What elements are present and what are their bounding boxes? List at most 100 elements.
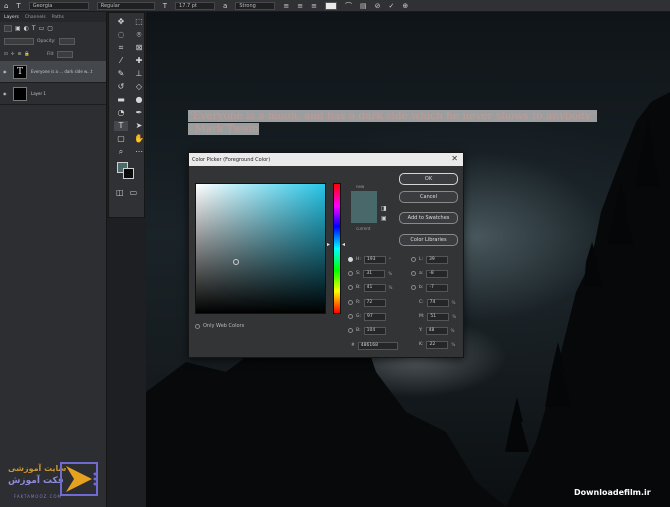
font-family-select[interactable]: Georgia: [28, 1, 89, 10]
lock-artboard-icon[interactable]: ⊞: [18, 52, 22, 57]
text-color-swatch[interactable]: [324, 1, 337, 10]
lasso-icon[interactable]: ◌: [114, 30, 128, 40]
black-field[interactable]: 22: [426, 340, 449, 349]
lock-all-icon[interactable]: 🔒: [24, 52, 30, 57]
out-of-gamut-icon[interactable]: ▣: [381, 215, 387, 222]
warp-text-icon[interactable]: ⌒: [345, 2, 352, 10]
lab-a-radio[interactable]: [411, 271, 416, 276]
tab-channels[interactable]: Channels: [25, 15, 46, 20]
font-size-select[interactable]: 17.7 pt: [175, 1, 216, 10]
gradient-icon[interactable]: ▬: [114, 95, 128, 105]
lab-l-field[interactable]: 39: [426, 255, 449, 264]
fill-field[interactable]: [57, 51, 74, 58]
tools-panel: ✥ ⬚ ◌ ⌾ ⌗ ⊠ ⁄ ✚ ✎ ⊥ ↺ ◇ ▬ ● ◔ ✒ T ➤ ▢ ✋ …: [108, 12, 145, 218]
magenta-field[interactable]: 51: [427, 312, 450, 321]
quote-text-layer[interactable]: "Everyone is a moon, and has a dark side…: [188, 110, 668, 136]
filter-shape-icon[interactable]: ▭: [39, 25, 45, 33]
move-icon[interactable]: ✥: [114, 17, 128, 27]
saturation-field[interactable]: 31: [363, 269, 386, 278]
history-brush-icon[interactable]: ↺: [114, 82, 128, 92]
antialias-select[interactable]: Strong: [235, 1, 276, 10]
screen-mode-icon[interactable]: ▭: [130, 188, 138, 197]
filter-pixel-icon[interactable]: ▣: [15, 25, 21, 33]
web-safe-cube-icon[interactable]: ◨: [381, 205, 387, 212]
blue-field[interactable]: 104: [363, 326, 386, 335]
blue-radio[interactable]: [348, 328, 353, 333]
brightness-radio[interactable]: [348, 285, 353, 290]
align-center-icon[interactable]: ≡: [297, 2, 303, 10]
lab-a-field[interactable]: -8: [426, 269, 449, 278]
more-icon[interactable]: ⋯: [132, 147, 146, 157]
spot-heal-icon[interactable]: ✚: [132, 56, 146, 66]
lock-move-icon[interactable]: ✢: [11, 52, 15, 57]
color-cursor[interactable]: [233, 259, 239, 265]
character-panel-icon[interactable]: ▤: [360, 2, 367, 10]
cancel-icon[interactable]: ⊘: [375, 2, 381, 10]
hue-radio[interactable]: [348, 257, 353, 262]
lab-b-radio[interactable]: [411, 285, 416, 290]
filter-adjust-icon[interactable]: ◐: [24, 25, 29, 33]
frame-icon[interactable]: ⊠: [132, 43, 146, 53]
saturation-radio[interactable]: [348, 271, 353, 276]
hand-icon[interactable]: ✋: [132, 134, 146, 144]
tab-layers[interactable]: Layers: [4, 15, 19, 20]
align-left-icon[interactable]: ≡: [283, 2, 289, 10]
green-radio[interactable]: [348, 314, 353, 319]
filter-smart-icon[interactable]: ▢: [47, 25, 53, 33]
lock-icon[interactable]: ⊡: [4, 52, 8, 57]
saturation-brightness-field[interactable]: [195, 183, 326, 314]
hue-arrow-right-icon[interactable]: ◂: [342, 241, 345, 248]
close-icon[interactable]: ✕: [451, 154, 458, 163]
opacity-field[interactable]: [58, 38, 75, 45]
cyan-field[interactable]: 74: [426, 298, 449, 307]
font-style-select[interactable]: Regular: [96, 1, 155, 10]
layer-row-text[interactable]: ◉ T Everyone is a ... dark side w...t: [0, 61, 106, 83]
ok-button[interactable]: OK: [399, 173, 458, 185]
color-libraries-button[interactable]: Color Libraries: [399, 234, 458, 246]
current-color-preview[interactable]: [351, 207, 377, 223]
quick-mask-icon[interactable]: ◫: [116, 188, 124, 197]
pen-icon[interactable]: ✒: [132, 108, 146, 118]
eraser-icon[interactable]: ◇: [132, 82, 146, 92]
cancel-button[interactable]: Cancel: [399, 191, 458, 203]
tab-paths[interactable]: Paths: [52, 15, 64, 20]
red-radio[interactable]: [348, 300, 353, 305]
photoshop-app-icon[interactable]: ⌂: [4, 2, 8, 10]
path-select-icon[interactable]: ➤: [132, 121, 146, 131]
lab-b-field[interactable]: -7: [426, 283, 449, 292]
blur-icon[interactable]: ●: [132, 95, 146, 105]
zoom-icon[interactable]: ⌕: [114, 147, 128, 157]
commit-icon[interactable]: ✓: [388, 2, 394, 10]
blend-mode-select[interactable]: [4, 38, 34, 45]
hex-field[interactable]: 486168: [357, 341, 398, 350]
visibility-icon[interactable]: ◉: [3, 69, 9, 74]
type-tool-icon[interactable]: T: [16, 2, 20, 10]
shape-icon[interactable]: ▢: [114, 134, 128, 144]
add-to-swatches-button[interactable]: Add to Swatches: [399, 212, 458, 224]
crop-icon[interactable]: ⌗: [114, 43, 128, 53]
only-web-colors-checkbox[interactable]: [195, 323, 200, 329]
red-field[interactable]: 72: [363, 298, 386, 307]
3d-icon[interactable]: ⊕: [402, 2, 408, 10]
hue-slider[interactable]: [333, 183, 341, 314]
lab-l-radio[interactable]: [411, 257, 416, 262]
quick-select-icon[interactable]: ⌾: [132, 30, 146, 40]
red-row: R: 72: [348, 298, 386, 307]
background-color-swatch[interactable]: [123, 168, 134, 179]
hue-arrow-left-icon[interactable]: ▸: [327, 241, 330, 248]
hue-field[interactable]: 193: [363, 255, 386, 264]
yellow-field[interactable]: 48: [425, 326, 448, 335]
dodge-icon[interactable]: ◔: [114, 108, 128, 118]
layer-row-image[interactable]: ◉ Layer 1: [0, 83, 106, 105]
green-field[interactable]: 97: [364, 312, 387, 321]
align-right-icon[interactable]: ≡: [311, 2, 317, 10]
filter-kind-select[interactable]: [4, 25, 12, 32]
filter-type-icon[interactable]: T: [32, 25, 36, 33]
eyedropper-icon[interactable]: ⁄: [114, 56, 128, 66]
visibility-icon[interactable]: ◉: [3, 91, 9, 96]
brightness-field[interactable]: 41: [363, 283, 386, 292]
marquee-icon[interactable]: ⬚: [132, 17, 146, 27]
type-icon[interactable]: T: [114, 121, 128, 131]
brush-icon[interactable]: ✎: [114, 69, 128, 79]
stamp-icon[interactable]: ⊥: [132, 69, 146, 79]
